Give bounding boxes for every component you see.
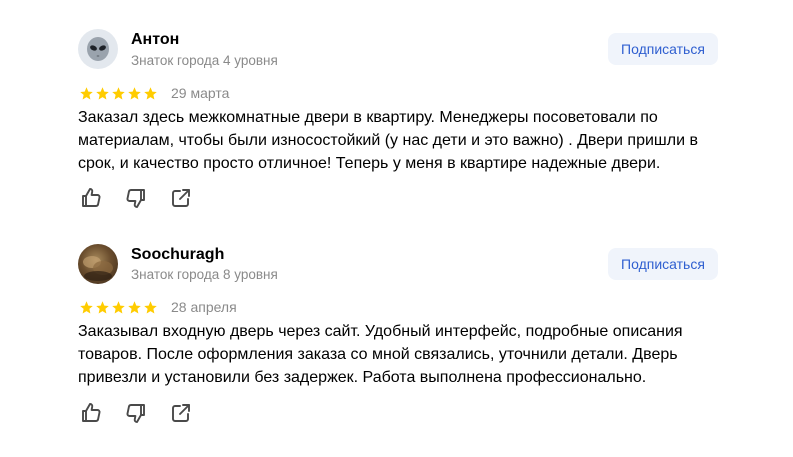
star-icon bbox=[144, 87, 157, 100]
rating-stars bbox=[79, 86, 158, 102]
review-date: 28 апреля bbox=[171, 299, 237, 315]
star-icon bbox=[144, 301, 157, 314]
share-icon bbox=[172, 404, 190, 422]
alien-icon bbox=[87, 37, 109, 61]
star-icon bbox=[80, 301, 93, 314]
review-text: Заказывал входную дверь через сайт. Удоб… bbox=[78, 323, 683, 386]
author-level-badge: Знаток города 8 уровня bbox=[131, 267, 278, 282]
like-button[interactable] bbox=[79, 401, 103, 425]
thumbs-up-icon bbox=[82, 403, 101, 422]
author-name[interactable]: Антон bbox=[131, 31, 179, 49]
star-icon bbox=[112, 87, 125, 100]
subscribe-button[interactable]: Подписаться bbox=[608, 33, 718, 65]
dislike-button[interactable] bbox=[124, 401, 148, 425]
share-icon bbox=[172, 189, 190, 207]
star-icon bbox=[96, 87, 109, 100]
author-avatar[interactable] bbox=[78, 29, 118, 69]
thumbs-down-icon bbox=[126, 189, 145, 208]
review-text: Заказал здесь межкомнатные двери в кварт… bbox=[78, 109, 698, 172]
user-photo bbox=[83, 256, 113, 281]
share-button[interactable] bbox=[169, 186, 193, 210]
share-button[interactable] bbox=[169, 401, 193, 425]
thumbs-up-icon bbox=[82, 188, 101, 207]
dislike-button[interactable] bbox=[124, 186, 148, 210]
author-avatar[interactable] bbox=[78, 244, 118, 284]
star-icon bbox=[80, 87, 93, 100]
rating-stars bbox=[79, 300, 158, 316]
star-icon bbox=[128, 87, 141, 100]
star-icon bbox=[96, 301, 109, 314]
author-name[interactable]: Soochuragh bbox=[131, 246, 224, 264]
star-icon bbox=[128, 301, 141, 314]
subscribe-button[interactable]: Подписаться bbox=[608, 248, 718, 280]
thumbs-down-icon bbox=[126, 404, 145, 423]
review-date: 29 марта bbox=[171, 85, 230, 101]
star-icon bbox=[112, 301, 125, 314]
like-button[interactable] bbox=[79, 186, 103, 210]
author-level-badge: Знаток города 4 уровня bbox=[131, 53, 278, 68]
